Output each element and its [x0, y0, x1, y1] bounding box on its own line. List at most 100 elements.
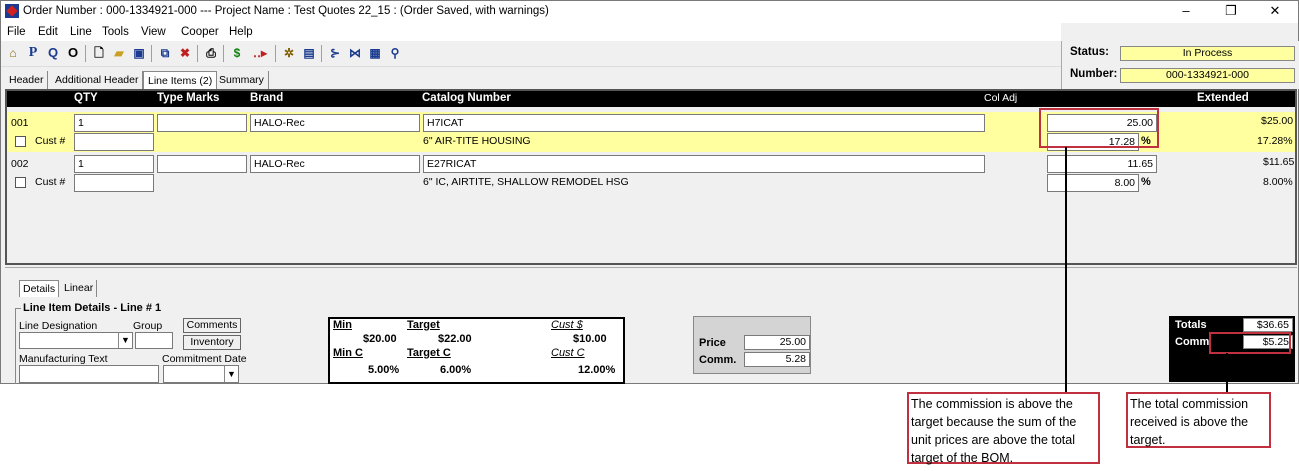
line-number: 001: [11, 117, 29, 129]
toolbar-separator: [223, 45, 224, 62]
col-extended: Extended: [1197, 92, 1249, 104]
brand-input[interactable]: HALO-Rec: [250, 155, 420, 173]
copy-icon[interactable]: ⧉: [157, 45, 173, 61]
close-button[interactable]: ✕: [1253, 1, 1297, 23]
cust-checkbox[interactable]: [15, 177, 26, 188]
line-designation-label: Line Designation: [19, 320, 98, 332]
open-folder-icon[interactable]: ▰: [111, 45, 127, 61]
toolbar: ⌂ P Q O 🗋 ▰ ▣ ⧉ ✖ ⎙ $ ‥▸ ✲ ▤ ⊱ ⋈ ▦ ⚲: [1, 41, 1061, 67]
menu-file[interactable]: File: [7, 26, 26, 38]
description: 6" AIR-TITE HOUSING: [423, 135, 531, 147]
save-icon[interactable]: ▣: [131, 45, 147, 61]
cust-label: Cust #: [35, 135, 66, 147]
minimize-button[interactable]: –: [1164, 1, 1208, 23]
min-c-value: 5.00%: [368, 364, 400, 376]
callout-right: The total commission received is above t…: [1126, 392, 1271, 448]
merge-icon[interactable]: ⋈: [347, 45, 363, 61]
p-button[interactable]: P: [25, 45, 41, 61]
print-icon[interactable]: ⎙: [203, 45, 219, 61]
calculator-icon[interactable]: ▦: [367, 45, 383, 61]
menu-help[interactable]: Help: [229, 26, 253, 38]
extended-value: $11.65: [1263, 156, 1295, 168]
comm-pct-input[interactable]: 8.00: [1047, 174, 1139, 192]
comments-button[interactable]: Comments: [183, 318, 241, 333]
commitment-date-label: Commitment Date: [162, 353, 247, 365]
split-icon[interactable]: ⊱: [327, 45, 343, 61]
arrow-icon[interactable]: ‥▸: [249, 45, 271, 61]
gear-icon[interactable]: ✲: [281, 45, 297, 61]
dollar-button[interactable]: $: [229, 45, 245, 61]
windows-icon[interactable]: ▤: [301, 45, 317, 61]
totals-comm-label: Comm: [1175, 336, 1210, 348]
menu-line[interactable]: Line: [70, 26, 92, 38]
cust-number-input[interactable]: [74, 174, 154, 192]
group-title: Line Item Details - Line # 1: [23, 302, 162, 314]
toolbar-separator: [197, 45, 198, 62]
col-col-adj: Col Adj: [984, 92, 1018, 104]
status-panel: Status: In Process Number: 000-1334921-0…: [1061, 41, 1299, 89]
target-c-label: Target C: [407, 347, 451, 359]
min-value: $20.00: [363, 333, 397, 345]
new-document-icon[interactable]: 🗋: [91, 45, 107, 61]
catalog-input[interactable]: H7ICAT: [423, 114, 985, 132]
highlight-box-total-comm: [1209, 332, 1291, 354]
brand-input[interactable]: HALO-Rec: [250, 114, 420, 132]
group-label: Group: [133, 320, 163, 332]
tab-line-items[interactable]: Line Items (2): [143, 71, 218, 89]
col-catalog: Catalog Number: [422, 92, 511, 104]
tab-header[interactable]: Header: [5, 71, 49, 89]
qty-input[interactable]: 1: [74, 155, 154, 173]
grid-header: QTY Type Marks Brand Catalog Number Col …: [7, 91, 1295, 107]
restore-button[interactable]: ❐: [1209, 1, 1253, 23]
targets-panel: Min Target Cust $ $20.00 $22.00 $10.00 M…: [328, 317, 625, 384]
totals-label: Totals: [1175, 319, 1207, 331]
table-row[interactable]: 002 1 HALO-Rec E27RICAT 11.65 $11.65 Cus…: [7, 153, 1295, 193]
status-value: In Process: [1120, 46, 1295, 61]
menu-tools[interactable]: Tools: [102, 26, 129, 38]
title-bar: Order Number : 000-1334921-000 --- Proje…: [1, 1, 1298, 23]
cust-checkbox[interactable]: [15, 136, 26, 147]
catalog-input[interactable]: E27RICAT: [423, 155, 985, 173]
min-label: Min: [333, 319, 352, 331]
qty-input[interactable]: 1: [74, 114, 154, 132]
tab-additional-header[interactable]: Additional Header: [51, 71, 144, 89]
cust-number-input[interactable]: [74, 133, 154, 151]
menu-view[interactable]: View: [141, 26, 166, 38]
chevron-down-icon[interactable]: ▼: [224, 366, 238, 382]
min-c-label: Min C: [333, 347, 363, 359]
app-window: Order Number : 000-1334921-000 --- Proje…: [0, 0, 1299, 384]
extended-pct: 17.28%: [1257, 135, 1293, 147]
chevron-down-icon[interactable]: ▼: [118, 333, 132, 348]
q-button[interactable]: Q: [45, 45, 61, 61]
home-icon[interactable]: ⌂: [5, 45, 21, 61]
number-value: 000-1334921-000: [1120, 68, 1295, 83]
menu-edit[interactable]: Edit: [38, 26, 58, 38]
search-icon[interactable]: ⚲: [387, 45, 403, 61]
cust-dollar-value: $10.00: [573, 333, 607, 345]
line-designation-select[interactable]: [19, 332, 133, 349]
tab-linear[interactable]: Linear: [61, 280, 98, 297]
comm-total-input[interactable]: 5.28: [744, 352, 810, 367]
tab-details[interactable]: Details: [19, 280, 60, 297]
comm-label: Comm.: [699, 354, 737, 366]
toolbar-separator: [321, 45, 322, 62]
status-label: Status:: [1070, 46, 1109, 58]
price-input[interactable]: 11.65: [1047, 155, 1157, 173]
o-button[interactable]: O: [65, 45, 81, 61]
description: 6" IC, AIRTITE, SHALLOW REMODEL HSG: [423, 176, 629, 188]
target-value: $22.00: [438, 333, 472, 345]
delete-icon[interactable]: ✖: [177, 45, 193, 61]
extended-value: $25.00: [1261, 115, 1294, 127]
manufacturing-text-input[interactable]: [19, 365, 159, 383]
group-input[interactable]: [135, 332, 173, 349]
type-marks-input[interactable]: [157, 155, 247, 173]
menu-cooper[interactable]: Cooper: [181, 26, 219, 38]
price-total-input[interactable]: 25.00: [744, 335, 810, 350]
inventory-button[interactable]: Inventory: [183, 335, 241, 350]
pct-sign: %: [1141, 176, 1151, 188]
tab-summary[interactable]: Summary: [215, 71, 269, 89]
cust-label: Cust #: [35, 176, 66, 188]
group-border: [15, 308, 16, 384]
type-marks-input[interactable]: [157, 114, 247, 132]
number-label: Number:: [1070, 68, 1118, 80]
